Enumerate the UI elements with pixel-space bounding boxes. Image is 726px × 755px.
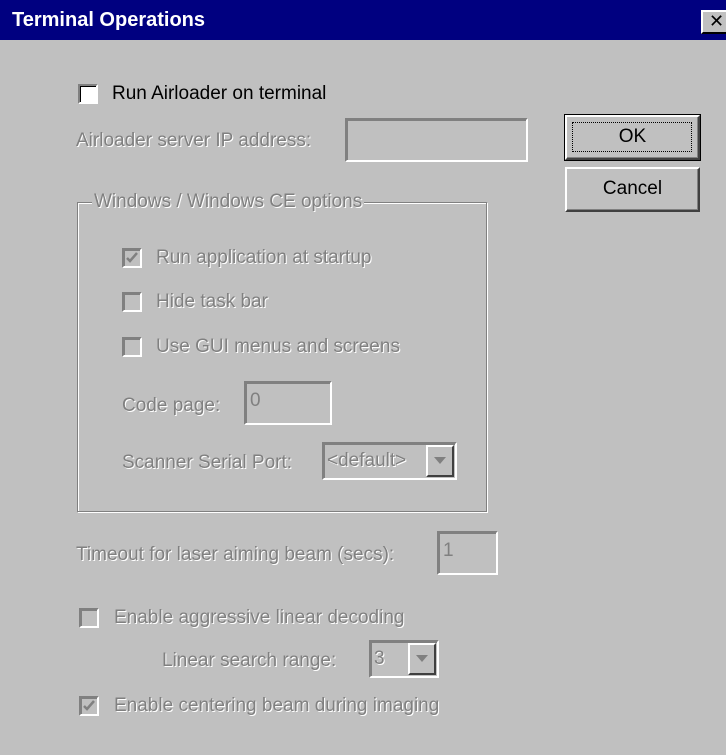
code-page-label: Code page: <box>122 395 221 416</box>
hide-taskbar-label: Hide task bar <box>156 291 268 312</box>
scanner-port-value: <default> <box>327 450 407 471</box>
scanner-port-select[interactable]: <default> <box>322 442 457 480</box>
chevron-down-icon <box>434 457 446 464</box>
aggressive-decoding-label: Enable aggressive linear decoding <box>114 607 405 628</box>
hide-taskbar-checkbox[interactable] <box>122 292 142 312</box>
cancel-button-label: Cancel <box>602 178 663 199</box>
terminal-operations-dialog: Terminal Operations ✕ Run Airloader on t… <box>0 0 726 755</box>
ok-button-label: OK <box>618 126 647 147</box>
run-app-startup-checkbox[interactable] <box>122 248 142 268</box>
checkmark-icon <box>83 700 95 711</box>
laser-timeout-label: Timeout for laser aiming beam (secs): <box>76 544 395 565</box>
scanner-port-label: Scanner Serial Port: <box>122 452 293 473</box>
gui-menus-checkbox[interactable] <box>122 337 142 357</box>
run-app-startup-label: Run application at startup <box>156 247 372 268</box>
server-ip-field[interactable] <box>345 118 528 162</box>
close-icon: ✕ <box>709 11 725 31</box>
aggressive-decoding-checkbox[interactable] <box>79 608 99 628</box>
group-legend: Windows / Windows CE options <box>92 190 365 214</box>
run-airloader-label: Run Airloader on terminal <box>112 83 327 104</box>
cancel-button[interactable]: Cancel <box>565 167 700 212</box>
laser-timeout-field[interactable]: 1 <box>437 531 498 575</box>
centering-beam-label: Enable centering beam during imaging <box>114 695 440 716</box>
gui-menus-label: Use GUI menus and screens <box>156 336 400 357</box>
checkmark-icon <box>126 252 138 263</box>
linear-search-range-label: Linear search range: <box>162 650 337 671</box>
linear-search-range-select[interactable]: 3 <box>369 640 439 678</box>
scanner-port-dropdown-button[interactable] <box>426 445 454 477</box>
server-ip-label: Airloader server IP address: <box>76 130 312 151</box>
title-bar: Terminal Operations ✕ <box>0 0 726 40</box>
dialog-title: Terminal Operations <box>12 9 206 31</box>
linear-search-range-dropdown-button[interactable] <box>408 643 436 675</box>
code-page-field[interactable]: 0 <box>244 381 332 425</box>
run-airloader-checkbox[interactable] <box>78 84 98 104</box>
ok-button[interactable]: OK <box>564 114 701 161</box>
centering-beam-checkbox[interactable] <box>79 696 99 716</box>
chevron-down-icon <box>416 655 428 662</box>
linear-search-range-value: 3 <box>374 648 385 669</box>
close-button[interactable]: ✕ <box>701 10 726 34</box>
